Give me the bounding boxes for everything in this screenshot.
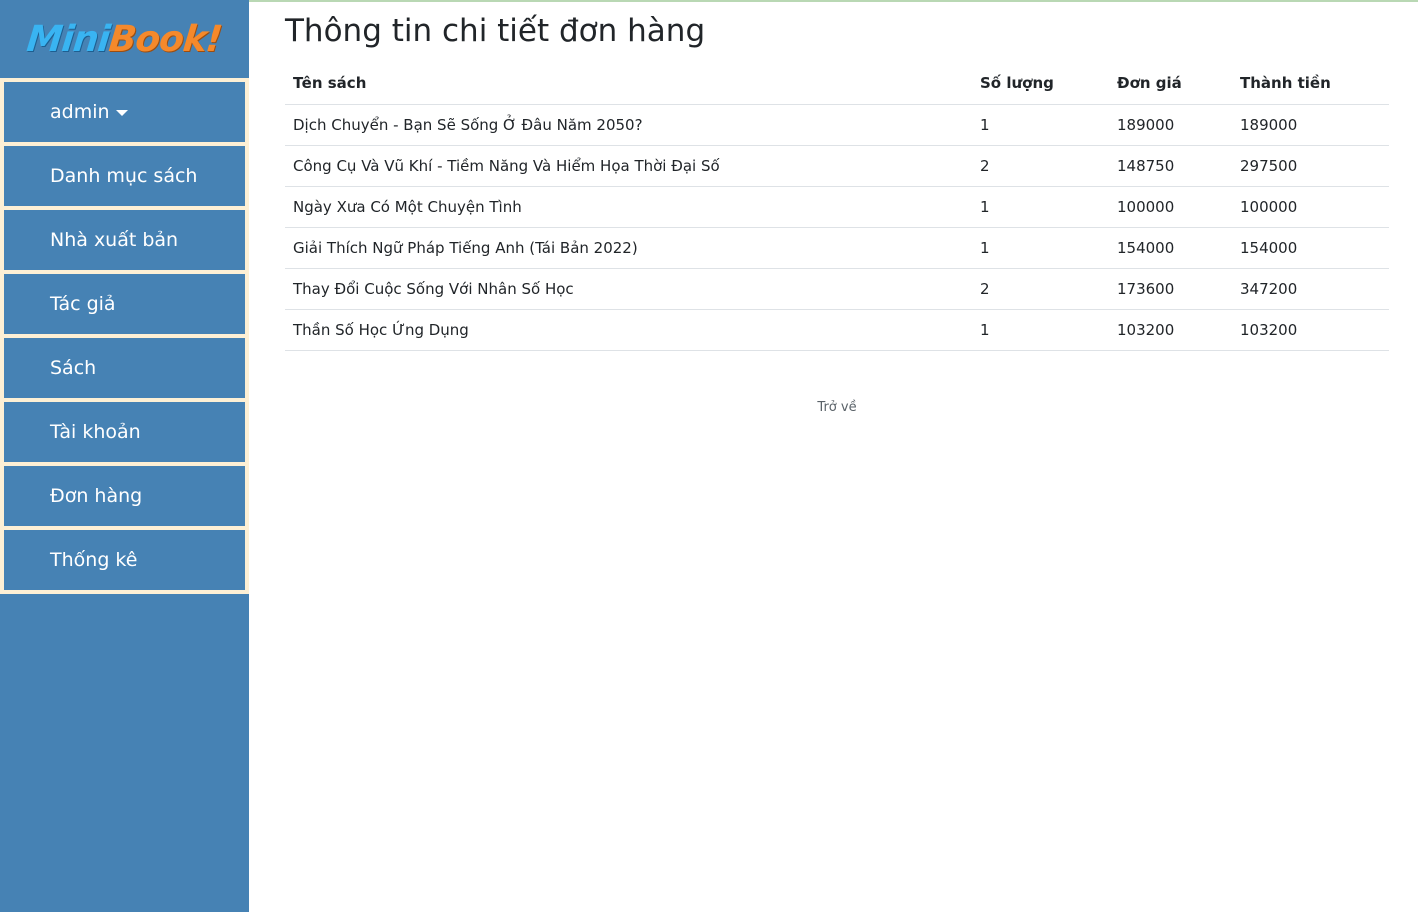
cell-book-name: Giải Thích Ngữ Pháp Tiếng Anh (Tái Bản 2… (285, 227, 972, 269)
sidebar: MiniBook! admin Danh mục sách Nhà xuất b… (0, 0, 249, 912)
sidebar-item-admin[interactable]: admin (0, 78, 249, 142)
order-detail-table: Tên sách Số lượng Đơn giá Thành tiền Dịc… (285, 63, 1389, 351)
header-quantity: Số lượng (972, 63, 1109, 105)
sidebar-item-label: Thống kê (50, 549, 138, 571)
table-row: Ngày Xưa Có Một Chuyện Tình 1 100000 100… (285, 186, 1389, 228)
cell-unit-price: 148750 (1109, 145, 1232, 187)
cell-unit-price: 103200 (1109, 309, 1232, 351)
main-content: Thông tin chi tiết đơn hàng Tên sách Số … (285, 0, 1389, 416)
sidebar-item-label: Danh mục sách (50, 165, 198, 187)
cell-book-name: Công Cụ Và Vũ Khí - Tiềm Năng Và Hiểm Họ… (285, 145, 972, 187)
cell-total: 100000 (1232, 186, 1389, 228)
sidebar-item-accounts[interactable]: Tài khoản (0, 398, 249, 462)
back-link[interactable]: Trở về (817, 400, 856, 415)
back-link-container: Trở về (285, 398, 1389, 416)
cell-unit-price: 154000 (1109, 227, 1232, 269)
header-book-name: Tên sách (285, 63, 972, 105)
sidebar-item-orders[interactable]: Đơn hàng (0, 462, 249, 526)
cell-total: 347200 (1232, 268, 1389, 310)
cell-total: 103200 (1232, 309, 1389, 351)
cell-unit-price: 189000 (1109, 104, 1232, 146)
cell-quantity: 1 (972, 309, 1109, 351)
sidebar-item-label: admin (50, 101, 110, 123)
cell-quantity: 1 (972, 104, 1109, 146)
logo[interactable]: MiniBook! (0, 0, 249, 78)
table-header-row: Tên sách Số lượng Đơn giá Thành tiền (285, 63, 1389, 105)
cell-quantity: 1 (972, 227, 1109, 269)
cell-total: 189000 (1232, 104, 1389, 146)
sidebar-item-label: Tác giả (50, 293, 116, 315)
cell-book-name: Thần Số Học Ứng Dụng (285, 309, 972, 351)
cell-quantity: 2 (972, 145, 1109, 187)
logo-text: MiniBook! (25, 19, 224, 60)
sidebar-menu: admin Danh mục sách Nhà xuất bản Tác giả… (0, 78, 249, 594)
cell-unit-price: 173600 (1109, 268, 1232, 310)
sidebar-item-books[interactable]: Sách (0, 334, 249, 398)
sidebar-item-authors[interactable]: Tác giả (0, 270, 249, 334)
header-unit-price: Đơn giá (1109, 63, 1232, 105)
table-row: Thần Số Học Ứng Dụng 1 103200 103200 (285, 309, 1389, 351)
sidebar-item-label: Sách (50, 357, 97, 379)
header-total: Thành tiền (1232, 63, 1389, 105)
table-row: Dịch Chuyển - Bạn Sẽ Sống Ở Đâu Năm 2050… (285, 104, 1389, 146)
page-title: Thông tin chi tiết đơn hàng (285, 13, 706, 49)
logo-mini: Mini (25, 18, 112, 60)
cell-quantity: 1 (972, 186, 1109, 228)
sidebar-item-label: Đơn hàng (50, 485, 143, 507)
caret-down-icon (115, 110, 128, 116)
cell-book-name: Thay Đổi Cuộc Sống Với Nhân Số Học (285, 268, 972, 310)
sidebar-item-publishers[interactable]: Nhà xuất bản (0, 206, 249, 270)
table-row: Thay Đổi Cuộc Sống Với Nhân Số Học 2 173… (285, 268, 1389, 310)
logo-book: Book! (107, 18, 224, 60)
sidebar-item-statistics[interactable]: Thống kê (0, 526, 249, 594)
table-row: Công Cụ Và Vũ Khí - Tiềm Năng Và Hiểm Họ… (285, 145, 1389, 187)
sidebar-item-categories[interactable]: Danh mục sách (0, 142, 249, 206)
sidebar-item-label: Tài khoản (50, 421, 141, 443)
cell-total: 154000 (1232, 227, 1389, 269)
cell-unit-price: 100000 (1109, 186, 1232, 228)
cell-total: 297500 (1232, 145, 1389, 187)
cell-book-name: Ngày Xưa Có Một Chuyện Tình (285, 186, 972, 228)
cell-book-name: Dịch Chuyển - Bạn Sẽ Sống Ở Đâu Năm 2050… (285, 104, 972, 146)
table-row: Giải Thích Ngữ Pháp Tiếng Anh (Tái Bản 2… (285, 227, 1389, 269)
cell-quantity: 2 (972, 268, 1109, 310)
sidebar-item-label: Nhà xuất bản (50, 229, 179, 251)
